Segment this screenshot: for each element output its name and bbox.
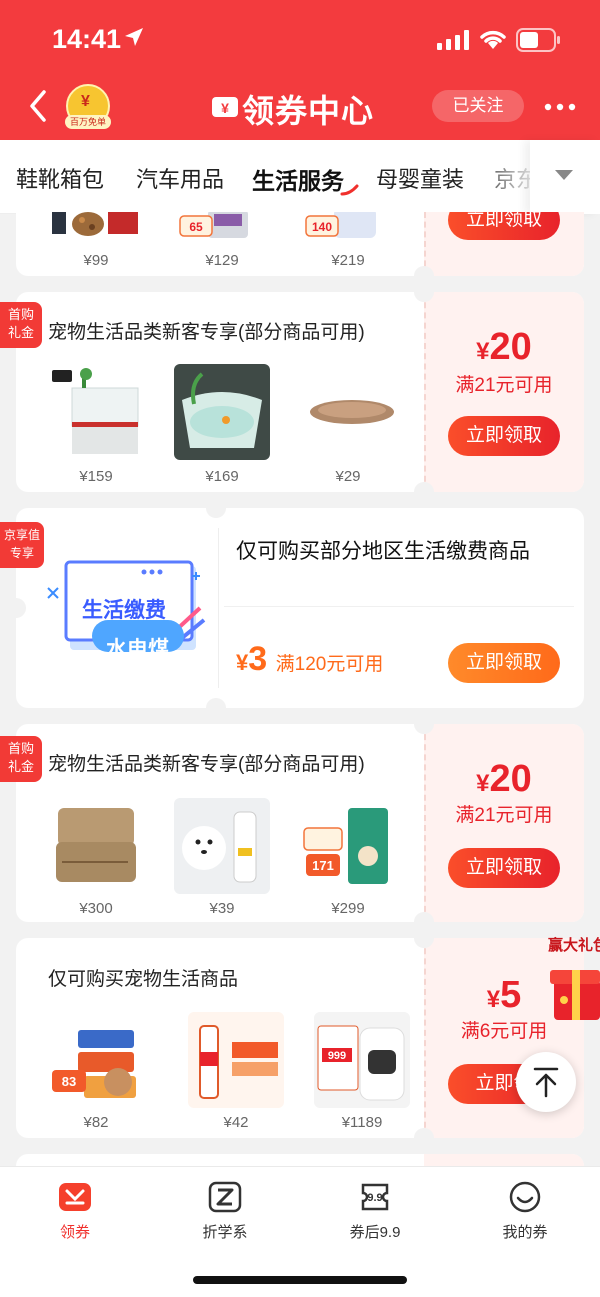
product-thumb[interactable]	[188, 1012, 284, 1108]
coupon-card: 宠物生活品类新客专享(部分商品可用) ¥159 ¥169 ¥29 ¥20 满21…	[16, 292, 584, 492]
product-thumb[interactable]: 999	[314, 1012, 410, 1108]
product-thumb[interactable]: 171	[300, 798, 396, 894]
product-price: ¥82	[83, 1114, 109, 1131]
product-thumb[interactable]	[174, 364, 270, 460]
first-purchase-tag: 首购 礼金	[0, 302, 42, 348]
product-price: ¥99	[83, 252, 109, 269]
follow-button[interactable]: 已关注	[432, 90, 524, 122]
product-price: ¥1189	[341, 1114, 383, 1131]
tab-active-indicator	[340, 184, 359, 196]
product-thumb[interactable]	[300, 364, 396, 460]
claim-button[interactable]: 立即领取	[448, 643, 560, 683]
coupon-card: 仅可购买宠物生活商品 83 999 ¥82 ¥42 ¥1189 ¥5 满6元可用…	[16, 938, 584, 1138]
utility-subtitle: 水电煤	[106, 638, 169, 661]
product-price: ¥169	[205, 468, 239, 485]
tab-shoes-bags[interactable]: 鞋靴箱包	[16, 162, 104, 194]
coupon-amount: ¥20	[476, 326, 532, 368]
thumb-badge: 140	[312, 220, 332, 234]
first-purchase-tag: 首购 礼金	[0, 736, 42, 782]
product-price: ¥129	[205, 252, 239, 269]
claim-button[interactable]: 立即领取	[448, 212, 560, 240]
tab-life-service[interactable]: 生活服务	[252, 162, 344, 196]
back-arrow-icon[interactable]	[24, 88, 54, 124]
claim-button[interactable]: 立即领取	[448, 416, 560, 456]
page-title: 领券中心	[242, 93, 375, 129]
coupon-icon	[59, 1183, 91, 1211]
avatar-yen: ¥	[81, 93, 90, 110]
coupon-title: 仅可购买部分地区生活缴费商品	[236, 540, 530, 563]
battery-icon	[516, 28, 560, 52]
product-price: ¥29	[335, 468, 361, 485]
coupon-card-utility: 生活缴费 水电煤 仅可购买部分地区生活缴费商品 ¥3 满120元可用 立即领取	[16, 508, 584, 708]
caret-down-icon	[555, 170, 573, 180]
product-thumb[interactable]: 65	[174, 212, 270, 244]
coupon-amount: ¥3 满120元可用	[236, 640, 384, 678]
utility-title: 生活缴费	[82, 599, 166, 622]
jd-value-tag: 京享值 专享	[0, 522, 44, 568]
prize-label[interactable]: 赢大礼包	[548, 934, 600, 955]
tabs-expand-button[interactable]	[530, 140, 600, 214]
coupon-logo-icon: ¥	[212, 97, 238, 117]
product-price: ¥39	[209, 900, 235, 917]
nav-coupons[interactable]: 领券	[25, 1179, 125, 1242]
product-thumb[interactable]	[48, 212, 144, 244]
z-icon	[208, 1181, 242, 1213]
coupon-condition: 满21元可用	[455, 805, 553, 826]
arrow-up-icon	[533, 1067, 559, 1098]
coupon-title: 宠物生活品类新客专享(部分商品可用)	[48, 322, 365, 343]
coupon-condition: 满120元可用	[275, 654, 384, 675]
coupon-title: 仅可购买宠物生活商品	[48, 969, 239, 990]
product-thumb[interactable]: 83	[48, 1012, 144, 1108]
tab-baby[interactable]: 母婴童装	[376, 162, 464, 194]
thumb-badge: 999	[328, 1050, 346, 1062]
coupon-amount: ¥20	[476, 758, 532, 800]
avatar-badge: 百万免单	[65, 115, 111, 129]
product-thumb[interactable]	[48, 364, 144, 460]
thumb-badge: 83	[62, 1074, 76, 1089]
coupon-condition: 满21元可用	[455, 375, 553, 396]
smile-icon	[509, 1181, 541, 1213]
product-thumb[interactable]: 140	[300, 212, 396, 244]
svg-text:9.9: 9.9	[367, 1192, 382, 1204]
cellular-signal-icon	[437, 30, 469, 50]
product-price: ¥299	[331, 900, 365, 917]
tab-auto[interactable]: 汽车用品	[136, 162, 224, 194]
location-arrow-icon	[125, 28, 143, 46]
product-price: ¥42	[223, 1114, 249, 1131]
back-to-top-button[interactable]	[516, 1052, 576, 1112]
svg-text:¥: ¥	[221, 100, 229, 116]
claim-button[interactable]: 立即领取	[448, 848, 560, 888]
product-thumb[interactable]	[48, 798, 144, 894]
nine-icon: 9.9	[361, 1183, 389, 1211]
coupon-card: 宠物生活品类新客专享(部分商品可用) 171 ¥300 ¥39 ¥299 ¥20…	[16, 724, 584, 922]
coupon-card-partial: 65 140 ¥99 ¥129 ¥219 立即领取	[16, 212, 584, 276]
product-price: ¥300	[79, 900, 113, 917]
product-thumb[interactable]	[174, 798, 270, 894]
nav-zhexuexi[interactable]: 折学系	[175, 1179, 275, 1242]
product-price: ¥159	[79, 468, 113, 485]
app-header: 14:41 ¥ 百万免单 ¥ 领券中心 已关注	[0, 0, 600, 140]
nav-after-coupon[interactable]: 9.9 券后9.9	[325, 1179, 425, 1242]
thumb-badge: 65	[189, 220, 203, 234]
status-time: 14:41	[52, 24, 122, 54]
more-icon[interactable]	[542, 92, 578, 122]
product-price: ¥219	[331, 252, 365, 269]
home-indicator	[193, 1276, 407, 1284]
nav-my-coupons[interactable]: 我的券	[475, 1179, 575, 1242]
wifi-icon	[480, 30, 506, 49]
thumb-badge: 171	[312, 858, 334, 873]
coupon-title: 宠物生活品类新客专享(部分商品可用)	[48, 754, 365, 775]
